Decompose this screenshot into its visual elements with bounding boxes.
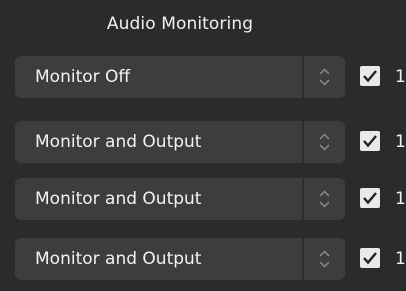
audio-monitoring-row: Monitor and Output 1 [15, 238, 406, 280]
audio-monitoring-select-value: Monitor and Output [35, 249, 202, 269]
up-down-chevron-icon [319, 250, 330, 268]
audio-monitoring-header: Audio Monitoring [106, 14, 254, 34]
monitor-checkbox[interactable] [360, 131, 380, 151]
spinner-button[interactable] [302, 178, 345, 220]
spinner-button[interactable] [302, 121, 345, 163]
audio-monitoring-select-value: Monitor and Output [35, 189, 202, 209]
audio-monitoring-row: Monitor and Output 1 [15, 178, 406, 220]
checkmark-icon [363, 135, 377, 148]
audio-monitoring-select-value: Monitor Off [35, 67, 131, 87]
checkmark-icon [363, 192, 377, 205]
audio-monitoring-select[interactable]: Monitor and Output [15, 121, 345, 163]
monitor-checkbox[interactable] [360, 188, 380, 208]
spinner-button[interactable] [302, 56, 345, 98]
audio-monitoring-row: Monitor Off 1 [15, 56, 406, 98]
audio-monitoring-row: Monitor and Output 1 [15, 121, 406, 163]
checkbox-label: 1 [395, 249, 406, 269]
spinner-button[interactable] [302, 238, 345, 280]
checkbox-label: 1 [395, 67, 406, 87]
audio-monitoring-select[interactable]: Monitor Off [15, 56, 345, 98]
monitor-checkbox[interactable] [360, 248, 380, 268]
checkmark-icon [363, 70, 377, 83]
monitor-checkbox[interactable] [360, 66, 380, 86]
checkbox-label: 1 [395, 189, 406, 209]
audio-monitoring-select[interactable]: Monitor and Output [15, 238, 345, 280]
checkmark-icon [363, 252, 377, 265]
audio-monitoring-panel: Audio Monitoring Monitor Off 1 Monitor a… [0, 0, 406, 291]
up-down-chevron-icon [319, 133, 330, 151]
checkbox-label: 1 [395, 132, 406, 152]
audio-monitoring-select-value: Monitor and Output [35, 132, 202, 152]
audio-monitoring-select[interactable]: Monitor and Output [15, 178, 345, 220]
up-down-chevron-icon [319, 68, 330, 86]
up-down-chevron-icon [319, 190, 330, 208]
